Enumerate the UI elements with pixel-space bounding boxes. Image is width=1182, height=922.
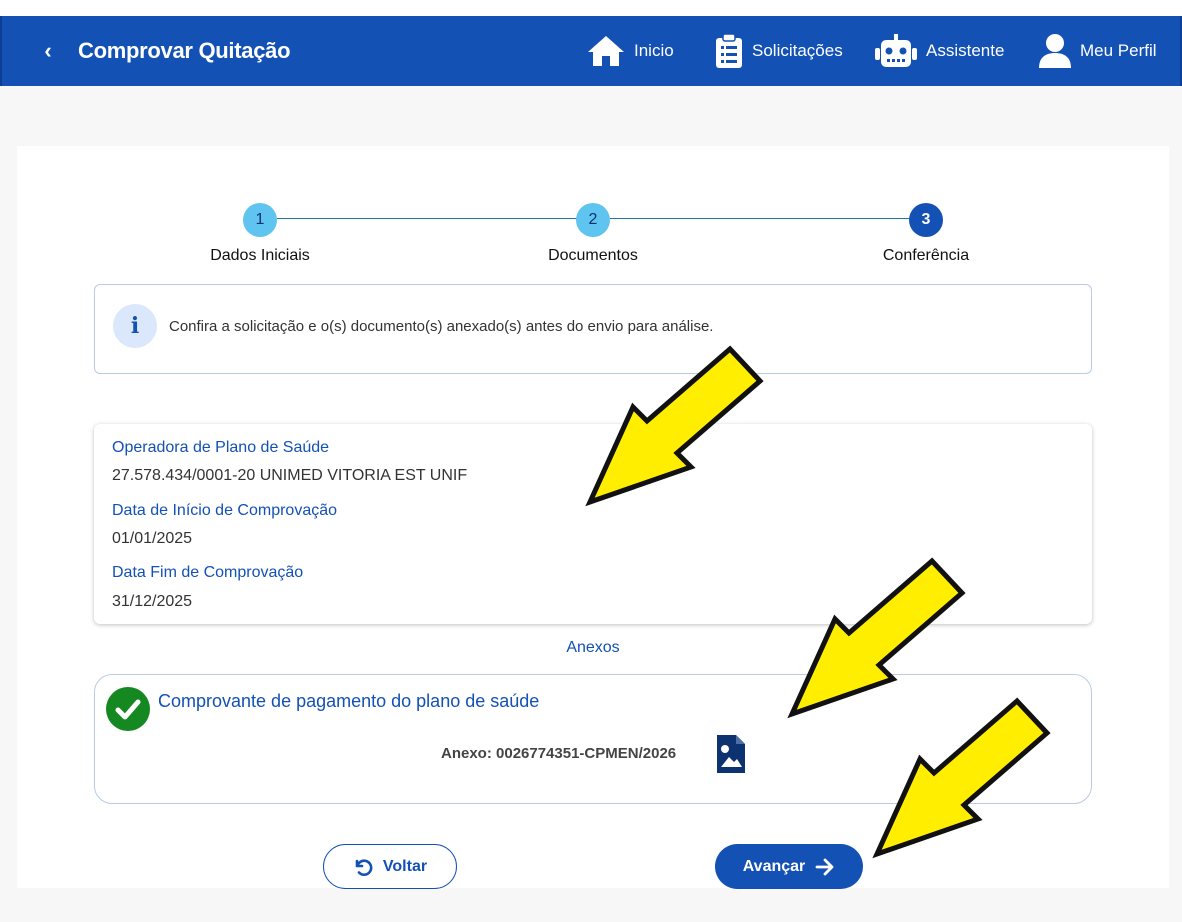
undo-icon [355, 858, 373, 876]
annotation-arrow-icon [872, 697, 1051, 859]
step-3-circle: 3 [909, 203, 943, 237]
arrow-right-icon [815, 858, 834, 875]
user-icon [1039, 34, 1071, 68]
field-value-operadora: 27.578.434/0001-20 UNIMED VITORIA EST UN… [112, 467, 468, 484]
nav-solicitacoes[interactable]: Solicitações [714, 30, 843, 72]
page-title: Comprovar Quitação [78, 38, 291, 63]
step-2-label: Documentos [548, 247, 638, 264]
nav-meu-perfil-label: Meu Perfil [1080, 41, 1157, 60]
nav-assistente[interactable]: Assistente [874, 30, 1004, 72]
annotation-arrow-icon [585, 345, 764, 507]
info-text: Confira a solicitação e o(s) documento(s… [169, 318, 714, 335]
annotation-arrow-icon [787, 557, 966, 719]
attachment-name: Comprovante de pagamento do plano de saú… [158, 691, 540, 711]
next-button-label: Avançar [742, 857, 806, 875]
robot-icon [875, 34, 917, 67]
field-label-data-fim: Data Fim de Comprovação [112, 564, 304, 581]
attachment-file-id: Anexo: 0026774351-CPMEN/2026 [441, 745, 677, 762]
step-3-label: Conferência [882, 247, 970, 264]
field-value-data-inicio: 01/01/2025 [112, 530, 193, 547]
info-icon: i [113, 304, 157, 348]
nav-assistente-label: Assistente [926, 41, 1005, 60]
home-icon [588, 36, 624, 66]
stepper-connector [277, 218, 595, 219]
step-1-circle[interactable]: 1 [243, 203, 277, 237]
back-button-label: Voltar [382, 857, 428, 875]
field-label-operadora: Operadora de Plano de Saúde [112, 439, 330, 456]
check-circle-icon [106, 687, 150, 731]
step-1-label: Dados Iniciais [210, 247, 310, 264]
top-gap [0, 0, 1182, 16]
nav-solicitacoes-label: Solicitações [752, 41, 843, 60]
nav-inicio-label: Inicio [634, 41, 674, 60]
field-value-data-fim: 31/12/2025 [112, 593, 193, 610]
attachments-heading: Anexos [566, 639, 620, 656]
app-header: ‹ Comprovar Quitação Inicio Solicitações… [0, 16, 1182, 86]
file-image-icon[interactable] [715, 733, 747, 775]
next-button[interactable]: Avançar [715, 844, 863, 889]
back-chevron-icon[interactable]: ‹ [36, 38, 60, 64]
field-label-data-inicio: Data de Início de Comprovação [112, 502, 338, 519]
stepper-connector [610, 218, 926, 219]
back-button[interactable]: Voltar [323, 844, 457, 889]
step-2-circle[interactable]: 2 [576, 203, 610, 237]
nav-inicio[interactable]: Inicio [586, 30, 674, 72]
clipboard-list-icon [716, 33, 742, 68]
nav-meu-perfil[interactable]: Meu Perfil [1038, 30, 1157, 72]
